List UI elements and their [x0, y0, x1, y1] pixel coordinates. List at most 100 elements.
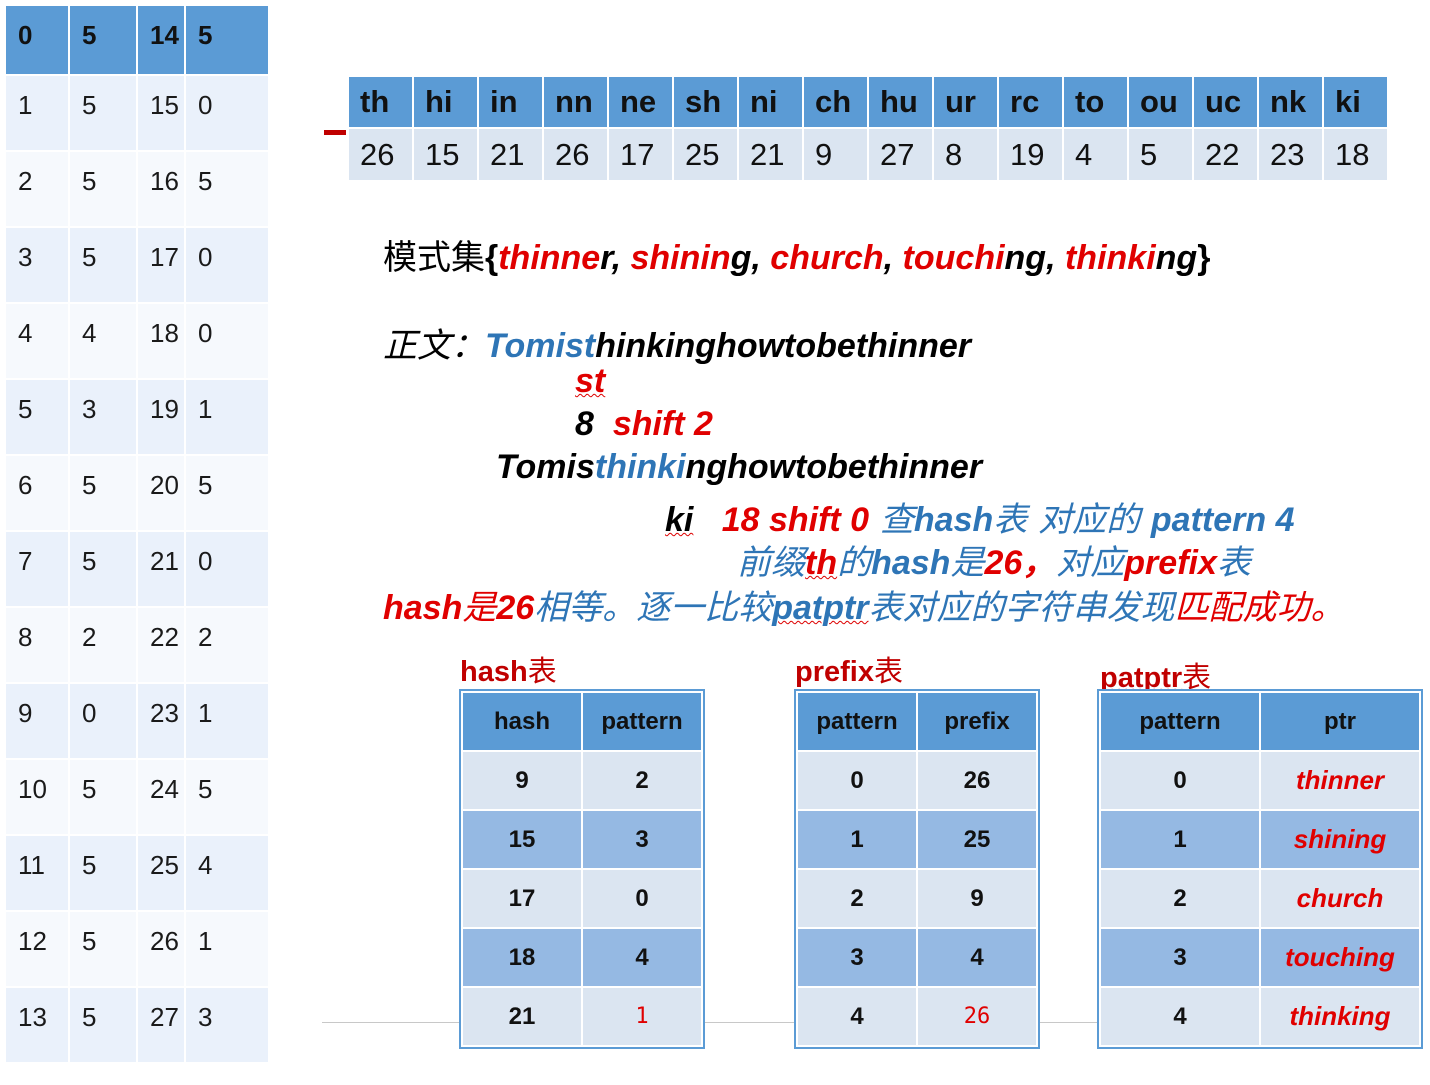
text-part-black: hinkinghowtobethinner [595, 327, 972, 365]
prefix-header-cell: prefix [916, 691, 1038, 752]
shift-cell: 27 [136, 986, 186, 1064]
hash-cell: 21 [461, 986, 583, 1047]
prefix-cell: sh [672, 75, 739, 129]
ki-lookup-text: 查 [869, 500, 914, 540]
shift-cell: 11 [4, 834, 70, 912]
hash-table-row: 92 [461, 750, 703, 811]
hash-cell: 9 [461, 750, 583, 811]
ptr-cell: thinking [1259, 986, 1421, 1047]
patptr-table-row: 1 shining [1099, 809, 1421, 870]
prefix-text-3: 是 [950, 543, 985, 583]
shift-cell: 1 [184, 910, 270, 988]
shift-cell: 5 [68, 834, 138, 912]
pattern-cell: 0 [1099, 750, 1261, 811]
pattern-cell: 2 [1099, 868, 1261, 929]
shift-cell: 5 [184, 758, 270, 836]
shift-header-cell: 5 [184, 4, 270, 76]
prefix-table-title: prefix表 [795, 648, 903, 690]
hash-value-cell: 27 [867, 127, 934, 182]
shift-table-row: 4 4 18 0 [4, 302, 270, 380]
hash-value-cell: 25 [672, 127, 739, 182]
prefix-cell: rc [997, 75, 1064, 129]
ki-shift: 18 shift 0 [721, 501, 870, 539]
shift-cell: 1 [4, 74, 70, 152]
patptr-table-row: 4 thinking [1099, 986, 1421, 1047]
pattern-cell: 3 [796, 927, 918, 988]
shift-cell: 5 [184, 150, 270, 228]
prefix-table-header: pattern prefix [796, 691, 1038, 752]
pattern-cell-highlight: 1 [581, 986, 703, 1047]
shift-table: 0 5 14 5 1 5 15 0 2 5 16 5 3 5 17 0 4 4 18 0 5 3 19 1 6… [4, 4, 270, 1064]
text-line-1: 正文：Tomisthinkinghowtobethinner [383, 318, 971, 367]
shift-table-row: 6 5 20 5 [4, 454, 270, 532]
prefix-cell: ou [1127, 75, 1194, 129]
shift-cell: 5 [184, 454, 270, 532]
pattern-cell: 0 [796, 750, 918, 811]
shift-cell: 2 [68, 606, 138, 684]
pattern-2-rest: g [730, 239, 752, 277]
match-text-4: 匹配成功。 [1174, 588, 1345, 628]
shift-header-cell: 14 [136, 4, 186, 76]
shift-cell: 3 [68, 378, 138, 456]
hash-table-row: 15 3 [461, 809, 703, 870]
hash-table-row: 21 1 [461, 986, 703, 1047]
shift-header-cell: 5 [68, 4, 138, 76]
hash-value-cell: 21 [737, 127, 804, 182]
hash-title-latin: hash [460, 656, 528, 688]
pattern-header-cell: pattern [1099, 691, 1261, 752]
text2-part-blue: thinki [594, 448, 686, 486]
shift-cell: 5 [68, 758, 138, 836]
match-hash-word: hash [383, 589, 463, 627]
prefix-cell: hu [867, 75, 934, 129]
shift-cell: 3 [4, 226, 70, 304]
shift-cell: 5 [68, 910, 138, 988]
shift-cell: 3 [184, 986, 270, 1064]
prefix-title-latin: prefix [795, 656, 874, 688]
red-dash-marker [324, 130, 346, 135]
shift-cell: 8 [4, 606, 70, 684]
shift-table-row: 2 5 16 5 [4, 150, 270, 228]
prefix-cell: in [477, 75, 544, 129]
shift-table-row: 9 0 23 1 [4, 682, 270, 760]
ki-line: ki 18 shift 0 查hash表 对应的 pattern 4 [665, 492, 1294, 541]
text2-part-rest: nghowtobethinner [685, 448, 983, 486]
hash-cell: 15 [461, 809, 583, 870]
footer-divider [322, 1022, 1202, 1023]
shift-cell: 0 [68, 682, 138, 760]
pattern-cell: 1 [796, 809, 918, 870]
hash-header-cell: hash [461, 691, 583, 752]
pattern-cell: 1 [1099, 809, 1261, 870]
prefix-value-cell: 25 [916, 809, 1038, 870]
pattern-cell: 2 [581, 750, 703, 811]
hash-value-cell: 21 [477, 127, 544, 182]
shift-cell: 24 [136, 758, 186, 836]
prefix-table-row: 34 [796, 927, 1038, 988]
shift-cell: 15 [136, 74, 186, 152]
text-line-2: Tomisthinkinghowtobethinner [496, 448, 982, 487]
prefix-table-row: 1 25 [796, 809, 1038, 870]
patptr-table: pattern ptr 0 thinner 1 shining 2 church 3t… [1097, 689, 1423, 1049]
brace-close: } [1197, 239, 1211, 277]
shift-cell: 0 [184, 226, 270, 304]
pattern-header-cell: pattern [796, 691, 918, 752]
prefix-cell: to [1062, 75, 1129, 129]
prefix-hash-table: th hi in nn ne sh ni ch hu ur rc to ou u… [347, 75, 1389, 182]
ptr-cell: thinner [1259, 750, 1421, 811]
pattern-cell: 3 [581, 809, 703, 870]
prefix-cell: ni [737, 75, 804, 129]
prefix-cell: nn [542, 75, 609, 129]
shift-cell: 20 [136, 454, 186, 532]
pattern-cell: 2 [796, 868, 918, 929]
shift-value: 8 [575, 405, 594, 443]
hash-value-cell: 19 [997, 127, 1064, 182]
shift-cell: 2 [4, 150, 70, 228]
shift-cell: 9 [4, 682, 70, 760]
patptr-title-latin: patptr [1100, 662, 1183, 694]
ptr-header-cell: ptr [1259, 691, 1421, 752]
shift-cell: 5 [68, 986, 138, 1064]
hash-table-row: 18 4 [461, 927, 703, 988]
prefix-value-highlight: 26 [916, 986, 1038, 1047]
shift-cell: 0 [184, 530, 270, 608]
pattern-4-rest: ng [1004, 239, 1047, 277]
shift-cell: 4 [68, 302, 138, 380]
